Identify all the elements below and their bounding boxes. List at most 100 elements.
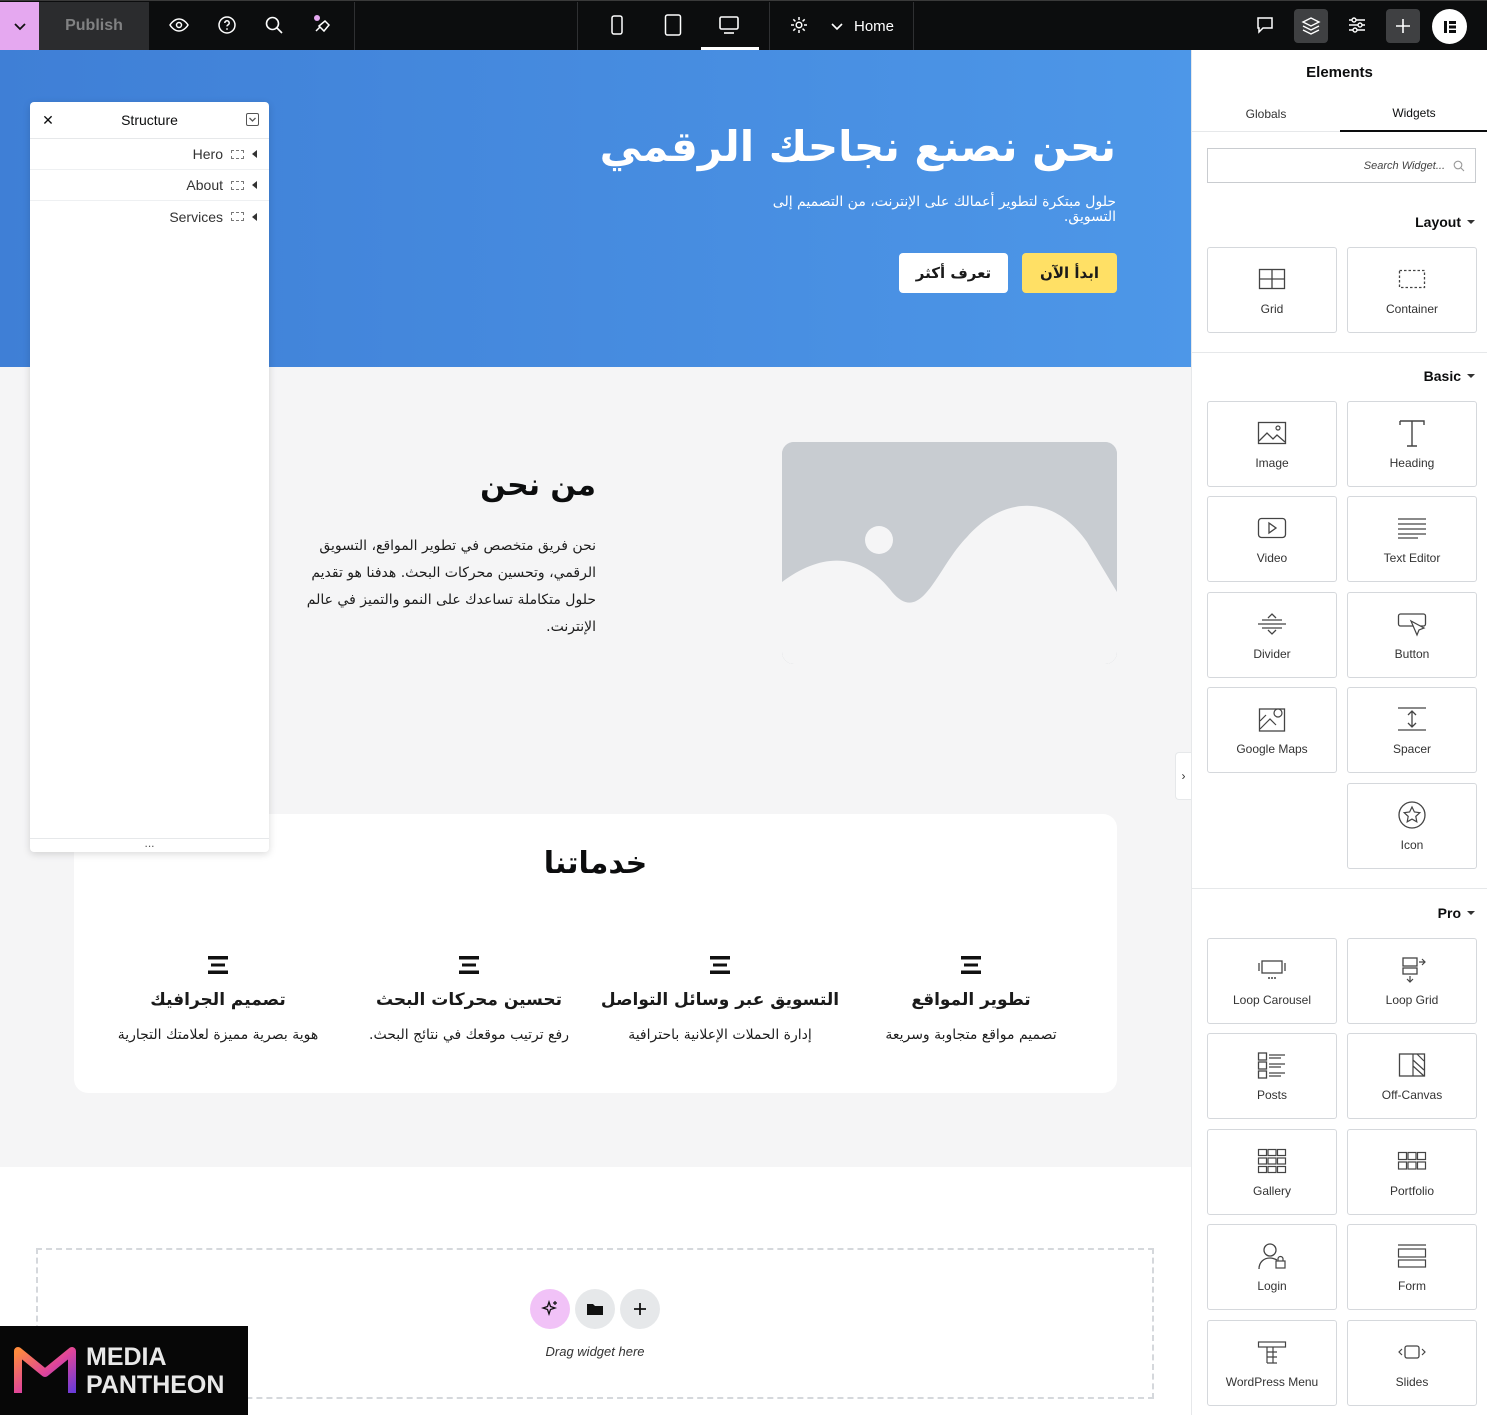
widget-loop-carousel[interactable]: Loop Carousel: [1207, 938, 1337, 1024]
eye-icon: [169, 18, 189, 32]
desktop-view-button[interactable]: [713, 9, 745, 41]
tablet-view-button[interactable]: [657, 9, 689, 41]
start-now-button[interactable]: ابدأ الآن: [1022, 253, 1117, 293]
caret-down-icon: [1467, 911, 1475, 915]
structure-header: ✕ Structure: [30, 102, 269, 139]
structure-item-hero[interactable]: Hero: [30, 139, 269, 170]
section-pro-toggle[interactable]: Pro: [1438, 905, 1475, 921]
widget-image[interactable]: Image: [1207, 401, 1337, 487]
tab-globals[interactable]: Globals: [1192, 96, 1340, 132]
loop-grid-icon: [1397, 955, 1427, 985]
plus-icon: [1396, 19, 1410, 33]
widget-video[interactable]: Video: [1207, 496, 1337, 582]
close-icon[interactable]: ✕: [40, 112, 56, 128]
container-icon: [231, 180, 244, 190]
widget-google-maps[interactable]: Google Maps: [1207, 687, 1337, 773]
caret-left-icon[interactable]: [252, 181, 257, 189]
panel-collapse-button[interactable]: ›: [1175, 752, 1191, 800]
ai-generate-button[interactable]: [530, 1289, 570, 1329]
widget-button[interactable]: Button: [1347, 592, 1477, 678]
structure-item-about[interactable]: About: [30, 170, 269, 201]
caret-left-icon[interactable]: [252, 212, 257, 221]
structure-button[interactable]: [1294, 9, 1328, 43]
structure-item-services[interactable]: Services: [30, 201, 269, 232]
service-item[interactable]: التسويق عبر وسائل التواصل إدارة الحملات …: [595, 954, 845, 1043]
tablet-icon: [664, 14, 682, 36]
page-selector[interactable]: Home: [830, 2, 894, 50]
form-icon: [1397, 1241, 1427, 1271]
widget-label: Login: [1257, 1279, 1287, 1293]
search-button[interactable]: [258, 9, 290, 41]
widget-divider[interactable]: Divider: [1207, 592, 1337, 678]
widget-form[interactable]: Form: [1347, 1224, 1477, 1310]
mobile-view-button[interactable]: [601, 9, 633, 41]
widget-container[interactable]: Container: [1347, 247, 1477, 333]
widget-portfolio[interactable]: Portfolio: [1347, 1129, 1477, 1215]
search-icon: [1453, 160, 1465, 171]
spacer-icon: [1397, 704, 1427, 734]
widget-login[interactable]: Login: [1207, 1224, 1337, 1310]
widget-gallery[interactable]: Gallery: [1207, 1129, 1337, 1215]
widget-loop-grid[interactable]: Loop Grid: [1347, 938, 1477, 1024]
preview-button[interactable]: [163, 9, 195, 41]
widget-heading[interactable]: Heading: [1347, 401, 1477, 487]
service-item[interactable]: تحسين محركات البحث رفع ترتيب موقعك في نت…: [344, 954, 594, 1043]
widget-search-input[interactable]: Search Widget...: [1207, 148, 1476, 183]
services-section[interactable]: خدماتنا تطوير المواقع تصميم مواقع متجاوب…: [74, 814, 1117, 1093]
add-element-button[interactable]: [1386, 9, 1420, 43]
widget-label: Container: [1385, 302, 1439, 316]
widget-label: Heading: [1389, 456, 1435, 470]
divider: [913, 2, 914, 50]
section-basic-toggle[interactable]: Basic: [1424, 368, 1475, 384]
comments-button[interactable]: [1249, 9, 1281, 41]
widget-label: Icon: [1400, 838, 1424, 852]
widget-grid[interactable]: Grid: [1207, 247, 1337, 333]
notes-button[interactable]: [306, 9, 338, 41]
site-settings-button[interactable]: [1341, 9, 1373, 41]
menu-toggle-button[interactable]: [0, 2, 39, 50]
widget-spacer[interactable]: Spacer: [1347, 687, 1477, 773]
section-label: Pro: [1437, 905, 1461, 921]
section-layout-toggle[interactable]: Layout: [1415, 214, 1475, 230]
caret-left-icon[interactable]: [252, 150, 257, 158]
help-button[interactable]: [211, 9, 243, 41]
widget-label: Portfolio: [1389, 1184, 1435, 1198]
widget-icon[interactable]: Icon: [1347, 783, 1477, 869]
structure-item-label: Services: [169, 208, 223, 225]
widget-label: Loop Carousel: [1232, 993, 1312, 1007]
sliders-icon: [1349, 17, 1365, 33]
service-item[interactable]: تصميم الجرافيك هوية بصرية مميزة لعلامتك …: [93, 954, 343, 1043]
widget-wordpress-menu[interactable]: WordPress Menu: [1207, 1320, 1337, 1406]
widget-posts[interactable]: Posts: [1207, 1033, 1337, 1119]
collapse-all-icon[interactable]: [246, 113, 259, 126]
gallery-icon: [1257, 1146, 1287, 1176]
off-canvas-icon: [1398, 1050, 1426, 1080]
widget-text-editor[interactable]: Text Editor: [1347, 496, 1477, 582]
star-icon: [1397, 800, 1427, 830]
structure-item-label: About: [186, 177, 223, 193]
service-item[interactable]: تطوير المواقع تصميم مواقع متجاوبة وسريعة: [846, 954, 1096, 1043]
watermark-line2: PANTHEON: [86, 1370, 225, 1399]
template-library-button[interactable]: [575, 1289, 615, 1329]
tab-widgets[interactable]: Widgets: [1340, 96, 1487, 132]
widget-label: Image: [1255, 456, 1289, 470]
resize-handle[interactable]: ...: [30, 837, 269, 852]
plus-icon: [634, 1303, 646, 1315]
learn-more-button[interactable]: تعرف أكثر: [899, 253, 1008, 293]
about-image-placeholder[interactable]: [782, 442, 1117, 664]
widget-off-canvas[interactable]: Off-Canvas: [1347, 1033, 1477, 1119]
widget-label: Divider: [1253, 647, 1291, 661]
notes-icon: [314, 15, 331, 33]
media-pantheon-logo: [14, 1346, 76, 1393]
widget-label: Form: [1398, 1279, 1426, 1293]
publish-button[interactable]: Publish: [39, 2, 149, 50]
heading-icon: [1398, 418, 1426, 448]
elementor-logo[interactable]: [1432, 9, 1467, 44]
hero-title: نحن نصنع نجاحك الرقمي: [599, 122, 1116, 171]
service-title: التسويق عبر وسائل التواصل: [600, 990, 840, 1010]
add-section-button[interactable]: [620, 1289, 660, 1329]
widget-slides[interactable]: Slides: [1347, 1320, 1477, 1406]
structure-title: Structure: [121, 112, 178, 128]
page-settings-button[interactable]: [783, 9, 815, 41]
widget-label: Posts: [1256, 1088, 1287, 1102]
